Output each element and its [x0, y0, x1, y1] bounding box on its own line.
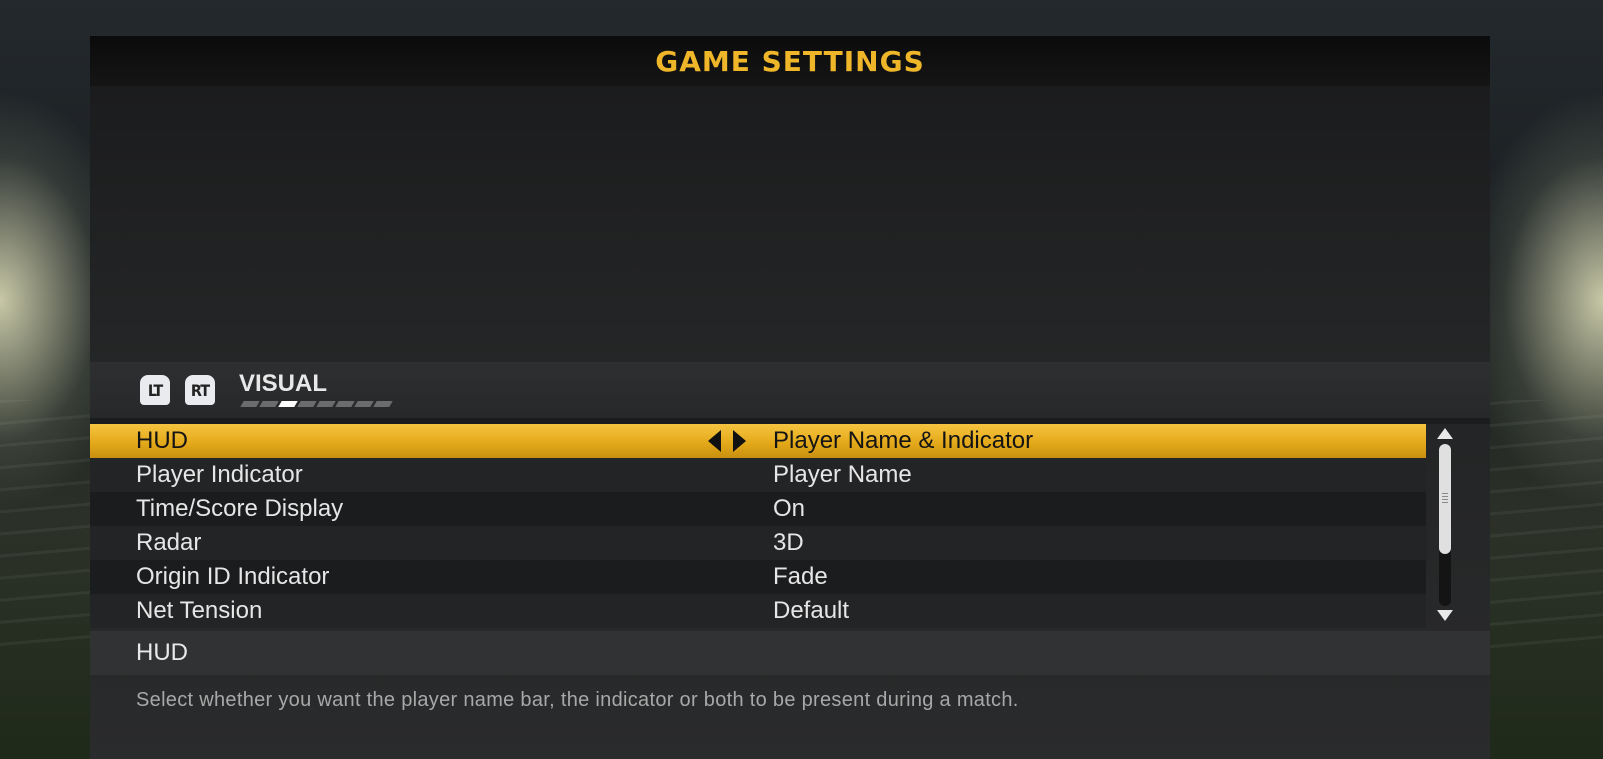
setting-row[interactable]: Origin ID Indicator Fade [90, 560, 1426, 594]
help-title-bar: HUD [90, 631, 1490, 675]
setting-name: Radar [136, 529, 202, 556]
setting-row[interactable]: Net Tension Default [90, 594, 1426, 628]
setting-value[interactable]: Default [773, 597, 849, 625]
setting-value[interactable]: Fade [773, 563, 828, 591]
help-description: Select whether you want the player name … [136, 689, 1019, 711]
pager-dot [297, 401, 317, 407]
setting-name: Player Indicator [136, 461, 303, 488]
setting-value[interactable]: On [773, 495, 805, 523]
scrollbar[interactable] [1435, 424, 1455, 624]
help-title: HUD [136, 639, 188, 666]
pager-dot [335, 401, 355, 407]
pager-dot [259, 401, 279, 407]
settings-panel: GAME SETTINGS LT RT VISUAL HUD Player Nam… [90, 36, 1490, 759]
category-pager [240, 401, 393, 407]
pager-dot [316, 401, 336, 407]
setting-name: Origin ID Indicator [136, 563, 330, 590]
setting-name: Net Tension [136, 597, 263, 624]
setting-value[interactable]: Player Name & Indicator [773, 427, 1033, 455]
value-arrows [708, 430, 746, 452]
rt-trigger-icon[interactable]: RT [185, 375, 215, 405]
arrow-left-icon[interactable] [708, 430, 721, 452]
page-title: GAME SETTINGS [655, 44, 925, 78]
grip-line [1442, 493, 1448, 494]
settings-list: HUD Player Name & Indicator Player Indicat… [90, 424, 1490, 631]
arrow-right-icon[interactable] [733, 430, 746, 452]
setting-row[interactable]: Time/Score Display On [90, 492, 1426, 526]
category-label: VISUAL [239, 370, 328, 397]
setting-value[interactable]: Player Name [773, 461, 912, 489]
grip-line [1442, 502, 1448, 503]
setting-row[interactable]: Radar 3D [90, 526, 1426, 560]
scroll-thumb[interactable] [1439, 444, 1451, 554]
pager-dot [354, 401, 374, 407]
pager-dot [240, 401, 260, 407]
setting-value[interactable]: 3D [773, 529, 804, 557]
scroll-down-icon[interactable] [1437, 610, 1453, 621]
setting-name: Time/Score Display [136, 495, 344, 522]
grip-line [1442, 499, 1448, 500]
title-bar: GAME SETTINGS [90, 36, 1490, 86]
setting-name: HUD [136, 427, 188, 454]
category-bar: LT RT VISUAL [90, 362, 1490, 418]
grip-line [1442, 496, 1448, 497]
pager-dot [278, 401, 298, 407]
scroll-up-icon[interactable] [1437, 428, 1453, 439]
setting-row[interactable]: Player Indicator Player Name [90, 458, 1426, 492]
pager-dot [373, 401, 393, 407]
setting-row[interactable]: HUD Player Name & Indicator [90, 424, 1426, 458]
preview-area [90, 86, 1490, 362]
lt-trigger-icon[interactable]: LT [140, 375, 170, 405]
